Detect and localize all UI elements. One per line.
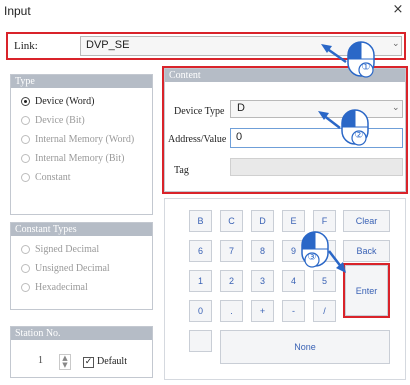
key-6[interactable]: 6 — [189, 240, 212, 262]
radio-internal-memory-bit[interactable]: Internal Memory (Bit) — [11, 149, 152, 168]
radio-dot-icon — [21, 283, 30, 292]
back-button[interactable]: Back — [343, 240, 390, 262]
close-icon[interactable]: × — [390, 2, 406, 20]
station-header: Station No. — [11, 327, 152, 340]
radio-hexadecimal[interactable]: Hexadecimal — [11, 278, 152, 297]
default-label: Default — [97, 356, 127, 367]
key-9[interactable]: 9 — [282, 240, 305, 262]
key-3[interactable]: 3 — [251, 270, 274, 292]
key-2[interactable]: 2 — [220, 270, 243, 292]
enter-highlight — [343, 263, 390, 318]
callout-number-2: ② — [354, 130, 364, 141]
radio-label: Internal Memory (Bit) — [35, 153, 125, 164]
constant-types-group: Constant Types Signed Decimal Unsigned D… — [10, 222, 153, 310]
key-1[interactable]: 1 — [189, 270, 212, 292]
key-0[interactable]: 0 — [189, 300, 212, 322]
station-number-value[interactable]: 1 — [38, 355, 43, 366]
radio-device-bit[interactable]: Device (Bit) — [11, 111, 152, 130]
callout-number-1: ① — [361, 62, 371, 73]
key-f[interactable]: F — [313, 210, 336, 232]
radio-label: Device (Bit) — [35, 115, 85, 126]
key-8[interactable]: 8 — [251, 240, 274, 262]
radio-dot-icon — [21, 154, 30, 163]
radio-dot-icon — [21, 173, 30, 182]
address-value-input[interactable] — [230, 128, 403, 148]
key-e[interactable]: E — [282, 210, 305, 232]
stepper-icon[interactable]: ▲ ▼ — [59, 354, 71, 370]
radio-dot-icon — [21, 116, 30, 125]
key-7[interactable]: 7 — [220, 240, 243, 262]
tag-label: Tag — [174, 165, 189, 176]
tag-dropdown — [230, 158, 403, 176]
type-group: Type Device (Word) Device (Bit) Internal… — [10, 74, 153, 215]
radio-dot-icon — [21, 245, 30, 254]
key-minus[interactable]: - — [282, 300, 305, 322]
device-type-value: D — [237, 102, 245, 114]
none-button[interactable]: None — [220, 330, 390, 364]
radio-label: Unsigned Decimal — [35, 263, 110, 274]
default-checkbox[interactable]: ✓ — [83, 357, 94, 368]
key-d[interactable]: D — [251, 210, 274, 232]
key-plus[interactable]: + — [251, 300, 274, 322]
address-value-label: Address/Value — [168, 134, 227, 145]
radio-label: Device (Word) — [35, 96, 95, 107]
type-group-header: Type — [11, 75, 152, 88]
radio-label: Constant — [35, 172, 71, 183]
title-bar — [0, 0, 410, 24]
radio-dot-icon — [21, 135, 30, 144]
radio-dot-icon — [21, 264, 30, 273]
key-4[interactable]: 4 — [282, 270, 305, 292]
radio-device-word[interactable]: Device (Word) — [11, 92, 152, 111]
key-c[interactable]: C — [220, 210, 243, 232]
radio-unsigned-decimal[interactable]: Unsigned Decimal — [11, 259, 152, 278]
radio-internal-memory-word[interactable]: Internal Memory (Word) — [11, 130, 152, 149]
radio-label: Signed Decimal — [35, 244, 100, 255]
radio-label: Hexadecimal — [35, 282, 88, 293]
radio-dot-icon — [21, 97, 30, 106]
address-value-text: 0 — [236, 131, 243, 143]
radio-signed-decimal[interactable]: Signed Decimal — [11, 240, 152, 259]
radio-label: Internal Memory (Word) — [35, 134, 135, 145]
callout-number-3: ③ — [307, 252, 317, 263]
device-type-label: Device Type — [174, 106, 225, 117]
radio-constant[interactable]: Constant — [11, 168, 152, 187]
window-title: Input — [4, 4, 31, 18]
station-group: Station No. — [10, 326, 153, 378]
key-slash[interactable]: / — [313, 300, 336, 322]
chevron-down-icon[interactable]: ⌄ — [392, 39, 400, 49]
key-dot[interactable]: . — [220, 300, 243, 322]
key-blank[interactable] — [189, 330, 212, 352]
chevron-down-icon[interactable]: ⌄ — [392, 103, 400, 113]
key-5[interactable]: 5 — [313, 270, 336, 292]
clear-button[interactable]: Clear — [343, 210, 390, 232]
device-type-dropdown[interactable] — [230, 100, 403, 118]
link-value: DVP_SE — [86, 39, 130, 51]
link-label: Link: — [14, 40, 38, 52]
stepper-down-icon[interactable]: ▼ — [60, 362, 70, 369]
key-b[interactable]: B — [189, 210, 212, 232]
constant-types-header: Constant Types — [11, 223, 152, 236]
